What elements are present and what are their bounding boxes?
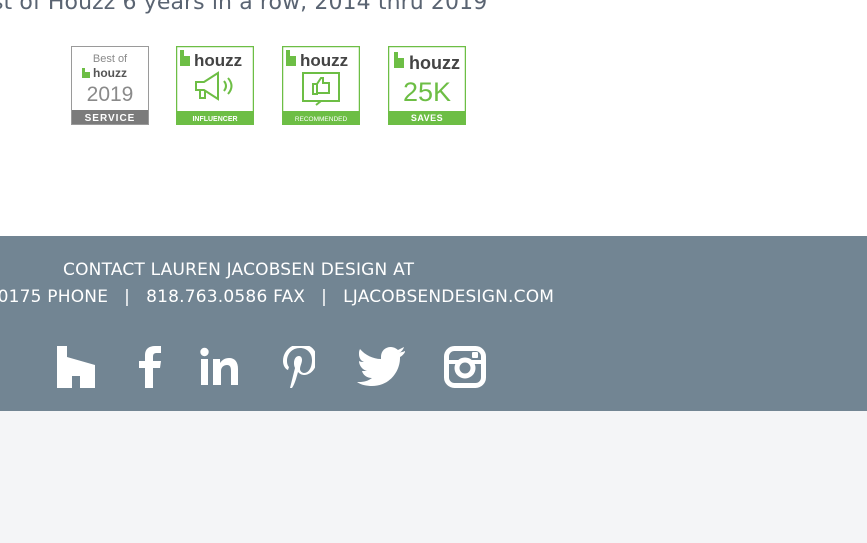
linkedin-icon[interactable] [200, 346, 240, 388]
badge-ribbon: INFLUENCER [192, 116, 237, 123]
awards-heading: st of Houzz 6 years in a row, 2014 thru … [0, 0, 488, 15]
badge-brand: houzz [300, 51, 348, 70]
contact-title: CONTACT LAUREN JACOBSEN DESIGN AT [63, 260, 415, 280]
best-of-houzz-2019-badge[interactable]: Best of houzz 2019 SERVICE [71, 46, 149, 125]
contact-footer: CONTACT LAUREN JACOBSEN DESIGN AT .0175 … [0, 236, 867, 411]
houzz-25k-saves-badge[interactable]: houzz 25K SAVES [388, 46, 466, 125]
website-link[interactable]: LJACOBSENDESIGN.COM [343, 287, 554, 307]
twitter-icon[interactable] [357, 346, 405, 388]
badge-brand: houzz [409, 53, 460, 73]
badge-brand: houzz [194, 51, 242, 70]
awards-section: st of Houzz 6 years in a row, 2014 thru … [0, 0, 867, 236]
badge-value: 25K [403, 77, 451, 107]
separator: | [321, 287, 328, 307]
badge-year: 2019 [87, 83, 134, 106]
houzz-recommended-badge[interactable]: houzz RECOMMENDED [282, 46, 360, 125]
phone-link[interactable]: .0175 PHONE [0, 287, 108, 307]
separator: | [124, 287, 131, 307]
badge-ribbon: SERVICE [85, 113, 136, 124]
page-bottom-area [0, 411, 867, 543]
badge-ribbon: SAVES [411, 113, 443, 123]
instagram-icon[interactable] [444, 346, 486, 388]
pinterest-icon[interactable] [281, 346, 315, 388]
badge-brand: houzz [93, 66, 127, 80]
houzz-influencer-badge[interactable]: houzz INFLUENCER [176, 46, 254, 125]
fax-number: 818.763.0586 FAX [146, 287, 306, 307]
contact-details: .0175 PHONE | 818.763.0586 FAX | LJACOBSENDE… [0, 287, 554, 307]
facebook-icon[interactable] [139, 346, 163, 388]
houzz-icon[interactable] [57, 346, 95, 388]
badge-top-text: Best of [93, 53, 128, 65]
badge-ribbon: RECOMMENDED [295, 116, 348, 123]
